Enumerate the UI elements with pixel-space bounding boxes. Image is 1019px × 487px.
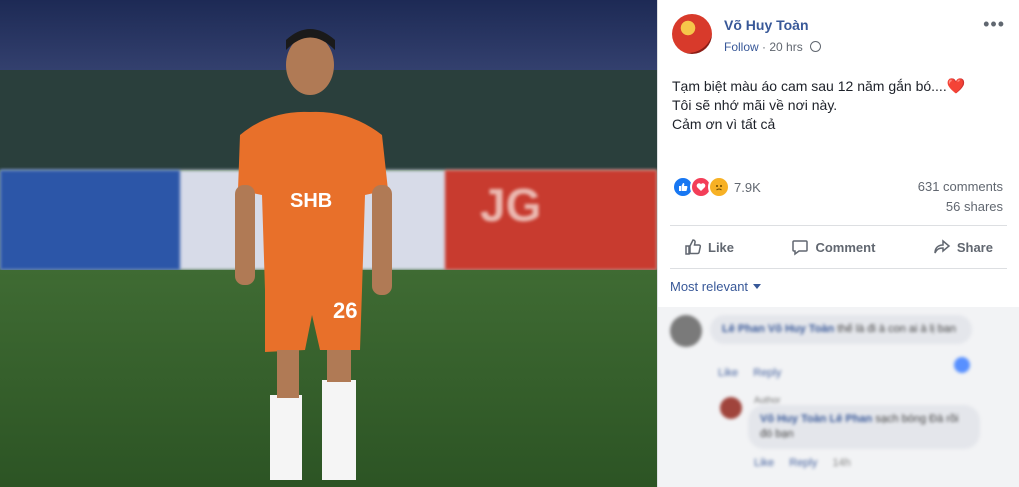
globe-icon [810,41,822,52]
reactions-summary[interactable]: 7.9K [672,176,761,198]
post-photo[interactable]: SHB 26 JG [0,0,657,487]
comment-icon [792,240,809,256]
stadium-board-text: JG [480,179,542,231]
comment-text: thế là đi à con ai à lị ban [837,323,956,335]
reply-actions: Like Reply 14h [754,457,863,469]
thumbs-up-icon [685,239,702,255]
sad-icon [708,176,730,198]
reaction-count: 7.9K [734,179,761,195]
comments-count[interactable]: 631 comments [918,177,1003,197]
comment-label: Comment [815,239,876,255]
post-stats: 631 comments 56 shares [918,177,1003,217]
like-button[interactable]: Like [670,230,748,264]
commenter-avatar[interactable] [670,315,702,347]
author-avatar[interactable] [672,14,712,54]
reply-mention[interactable]: Lê Phan [829,413,872,425]
comment-actions: Like Reply [718,367,793,379]
reply-avatar[interactable] [720,397,742,419]
post-line: Tôi sẽ nhớ mãi về nơi này. [672,97,838,113]
commenter-name[interactable]: Lê Phan [722,323,765,335]
comment-mention[interactable]: Võ Huy Toàn [768,323,834,335]
sort-label: Most relevant [670,279,749,294]
action-bar: Like Comment Share [670,230,1007,264]
reaction-badge-icon [954,357,970,373]
heart-emoji-icon: ❤️ [946,78,966,95]
sort-dropdown[interactable]: Most relevant [670,279,762,294]
caret-down-icon [753,284,762,289]
follow-link[interactable]: Follow [724,40,759,54]
post-line: Cảm ơn vì tất cả [672,116,776,132]
reply-bubble: Võ Huy Toàn Lê Phan sạch bóng Đà rồi đó … [748,405,980,449]
post-text: Tạm biệt màu áo cam sau 12 năm gắn bó...… [672,77,965,134]
author-name[interactable]: Võ Huy Toàn [724,17,809,33]
post-meta: Follow · 20 hrs [724,40,822,54]
reply-reply-link[interactable]: Reply [789,457,817,469]
more-options-icon[interactable]: ••• [983,14,1005,35]
divider [670,225,1007,226]
comment-like-link[interactable]: Like [718,367,738,379]
share-icon [934,239,951,254]
comment-button[interactable]: Comment [777,230,889,264]
like-label: Like [708,239,735,255]
comments-section: Lê Phan Võ Huy Toàn thế là đi à con ai à… [658,307,1019,487]
reply-time: 14h [832,457,851,469]
jersey-number: 26 [333,298,358,323]
reply-like-link[interactable]: Like [754,457,774,469]
post-time[interactable]: 20 hrs [769,40,802,54]
photo-scene [0,0,657,487]
jersey-sponsor: SHB [290,190,333,212]
shares-count[interactable]: 56 shares [918,197,1003,217]
post-panel: Võ Huy Toàn Follow · 20 hrs ••• Tạm biệt… [657,0,1019,487]
post-line: Tạm biệt màu áo cam sau 12 năm gắn bó...… [672,78,966,95]
share-label: Share [956,239,993,255]
share-button[interactable]: Share [919,230,1007,264]
reply-author[interactable]: Võ Huy Toàn [760,413,826,425]
divider [670,268,1007,269]
comment-reply-link[interactable]: Reply [753,367,781,379]
comment-bubble: Lê Phan Võ Huy Toàn thế là đi à con ai à… [710,315,972,344]
author-badge: Author [754,395,781,405]
